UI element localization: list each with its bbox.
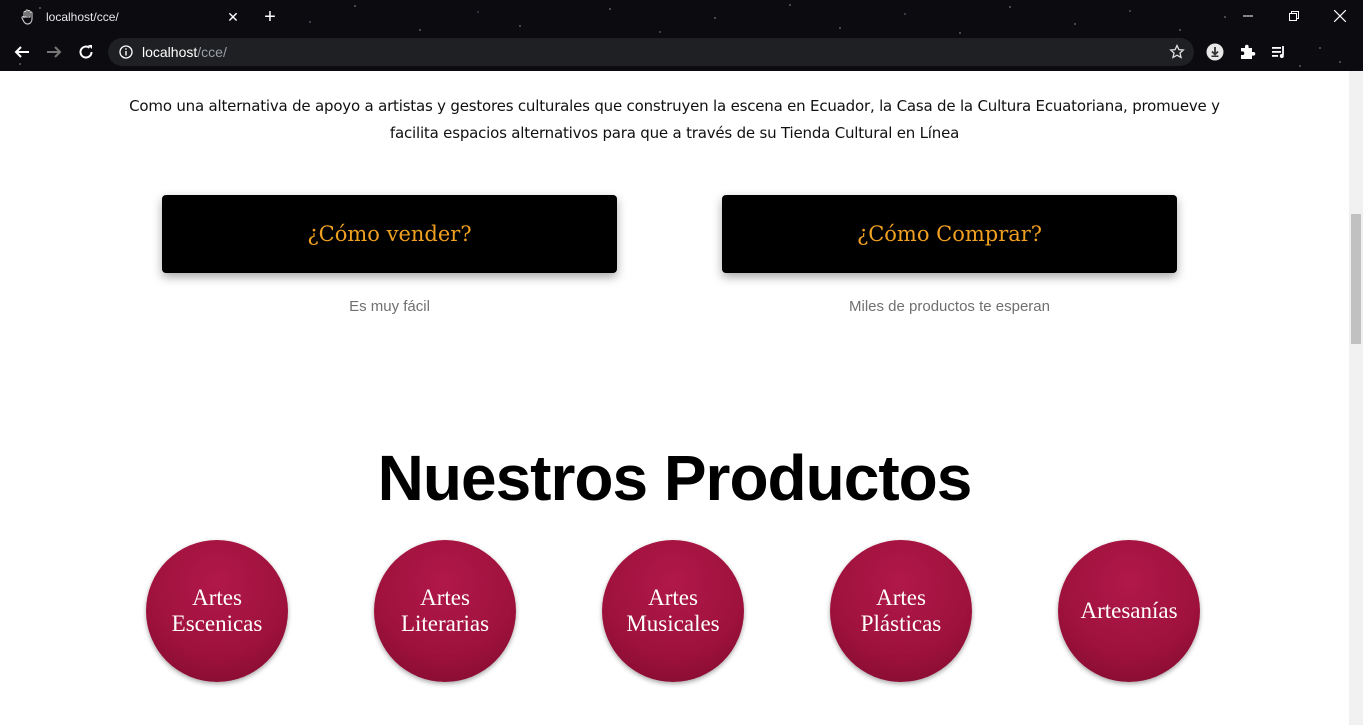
address-bar[interactable]: localhost/cce/	[108, 38, 1194, 66]
page-scrollbar[interactable]	[1349, 71, 1363, 725]
hand-favicon-icon	[20, 9, 36, 25]
new-tab-icon[interactable]: +	[258, 6, 282, 28]
product-artes-escenicas[interactable]: Artes Escenicas	[146, 540, 288, 682]
product-label: Artes Escenicas	[171, 585, 263, 636]
browser-chrome: localhost/cce/ ✕ + localhost/cce/	[0, 0, 1363, 71]
intro-paragraph: Como una alternativa de apoyo a artistas…	[129, 97, 1220, 142]
browser-tab[interactable]: localhost/cce/ ✕	[8, 0, 248, 34]
como-vender-button[interactable]: ¿Cómo vender?	[162, 195, 617, 273]
scrollbar-thumb[interactable]	[1351, 214, 1361, 344]
como-comprar-button[interactable]: ¿Cómo Comprar?	[722, 195, 1177, 273]
page-content: Como una alternativa de apoyo a artistas…	[0, 71, 1349, 725]
como-comprar-subtitle: Miles de productos te esperan	[849, 298, 1050, 315]
product-artes-plasticas[interactable]: Artes Plásticas	[830, 540, 972, 682]
product-artesanias[interactable]: Artesanías	[1058, 540, 1200, 682]
products-heading: Nuestros Productos	[377, 442, 973, 514]
forward-arrow-icon[interactable]	[40, 38, 68, 66]
restore-icon[interactable]	[1271, 0, 1317, 32]
product-label: Artes Literarias	[400, 585, 490, 636]
close-window-icon[interactable]	[1317, 0, 1363, 32]
product-label: Artes Plásticas	[860, 585, 942, 636]
url-host: localhost	[142, 44, 198, 60]
url-text[interactable]: localhost/cce/	[142, 44, 227, 60]
window-controls	[1225, 0, 1363, 32]
como-vender-subtitle: Es muy fácil	[349, 298, 430, 315]
product-artes-literarias[interactable]: Artes Literarias	[374, 540, 516, 682]
extensions-puzzle-icon[interactable]	[1237, 42, 1257, 62]
browser-toolbar: localhost/cce/	[0, 34, 1363, 71]
product-artes-musicales[interactable]: Artes Musicales	[602, 540, 744, 682]
url-path: /cce/	[197, 44, 227, 60]
product-label: Artesanías	[1080, 598, 1178, 623]
download-icon[interactable]	[1205, 42, 1225, 62]
bookmark-star-icon[interactable]	[1168, 43, 1186, 61]
media-queue-icon[interactable]	[1269, 42, 1289, 62]
tab-title: localhost/cce/	[46, 10, 119, 24]
reload-icon[interactable]	[72, 38, 100, 66]
info-icon[interactable]	[118, 44, 134, 60]
back-arrow-icon[interactable]	[8, 38, 36, 66]
close-tab-icon[interactable]: ✕	[224, 8, 242, 26]
product-label: Artes Musicales	[626, 585, 720, 636]
minimize-icon[interactable]	[1225, 0, 1271, 32]
